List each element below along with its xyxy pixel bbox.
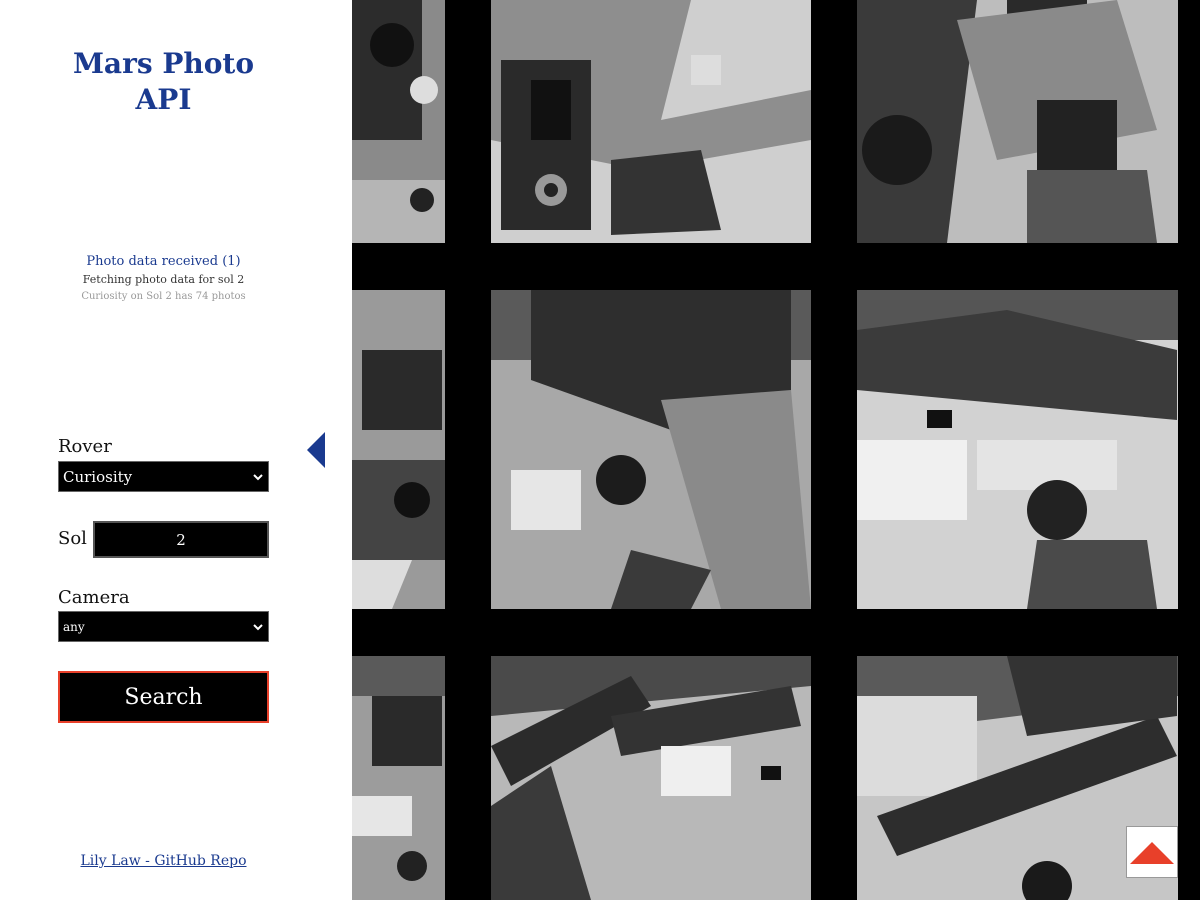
rover-select-value: Curiosity [63,467,133,486]
rover-label: Rover [58,436,112,457]
sidebar: Mars Photo API Photo data received (1) F… [0,0,352,900]
github-repo-link[interactable]: Lily Law - GitHub Repo [0,853,327,869]
chevron-down-icon [253,623,263,630]
camera-select-value: any [63,619,85,634]
photo-gallery [352,0,1200,900]
rover-photo-7[interactable] [352,656,445,900]
app-title: Mars Photo API [0,46,327,118]
rover-photo-2[interactable] [491,0,811,243]
status-received: Photo data received (1) [86,254,241,269]
status-block: Photo data received (1) Fetching photo d… [0,253,327,305]
scroll-to-top-button[interactable] [1126,826,1178,878]
status-fetching: Fetching photo data for sol 2 [82,273,245,286]
rover-photo-8[interactable] [491,656,811,900]
rover-photo-1[interactable] [352,0,445,243]
rover-select[interactable]: Curiosity [58,461,269,492]
search-button[interactable]: Search [58,671,269,723]
sol-label: Sol [58,528,87,549]
rover-photo-5[interactable] [491,290,811,609]
app-title-line2: API [135,83,192,116]
chevron-down-icon [253,473,263,480]
rover-photo-6[interactable] [857,290,1178,609]
rover-photo-3[interactable] [857,0,1178,243]
status-summary: Curiosity on Sol 2 has 74 photos [81,291,246,302]
app-title-line1: Mars Photo [72,47,255,80]
arrow-up-icon [1130,842,1174,864]
rover-photo-4[interactable] [352,290,445,609]
camera-select[interactable]: any [58,611,269,642]
sol-input[interactable]: 2 [93,521,269,558]
camera-label: Camera [58,587,130,608]
chevron-left-icon[interactable] [306,432,326,468]
